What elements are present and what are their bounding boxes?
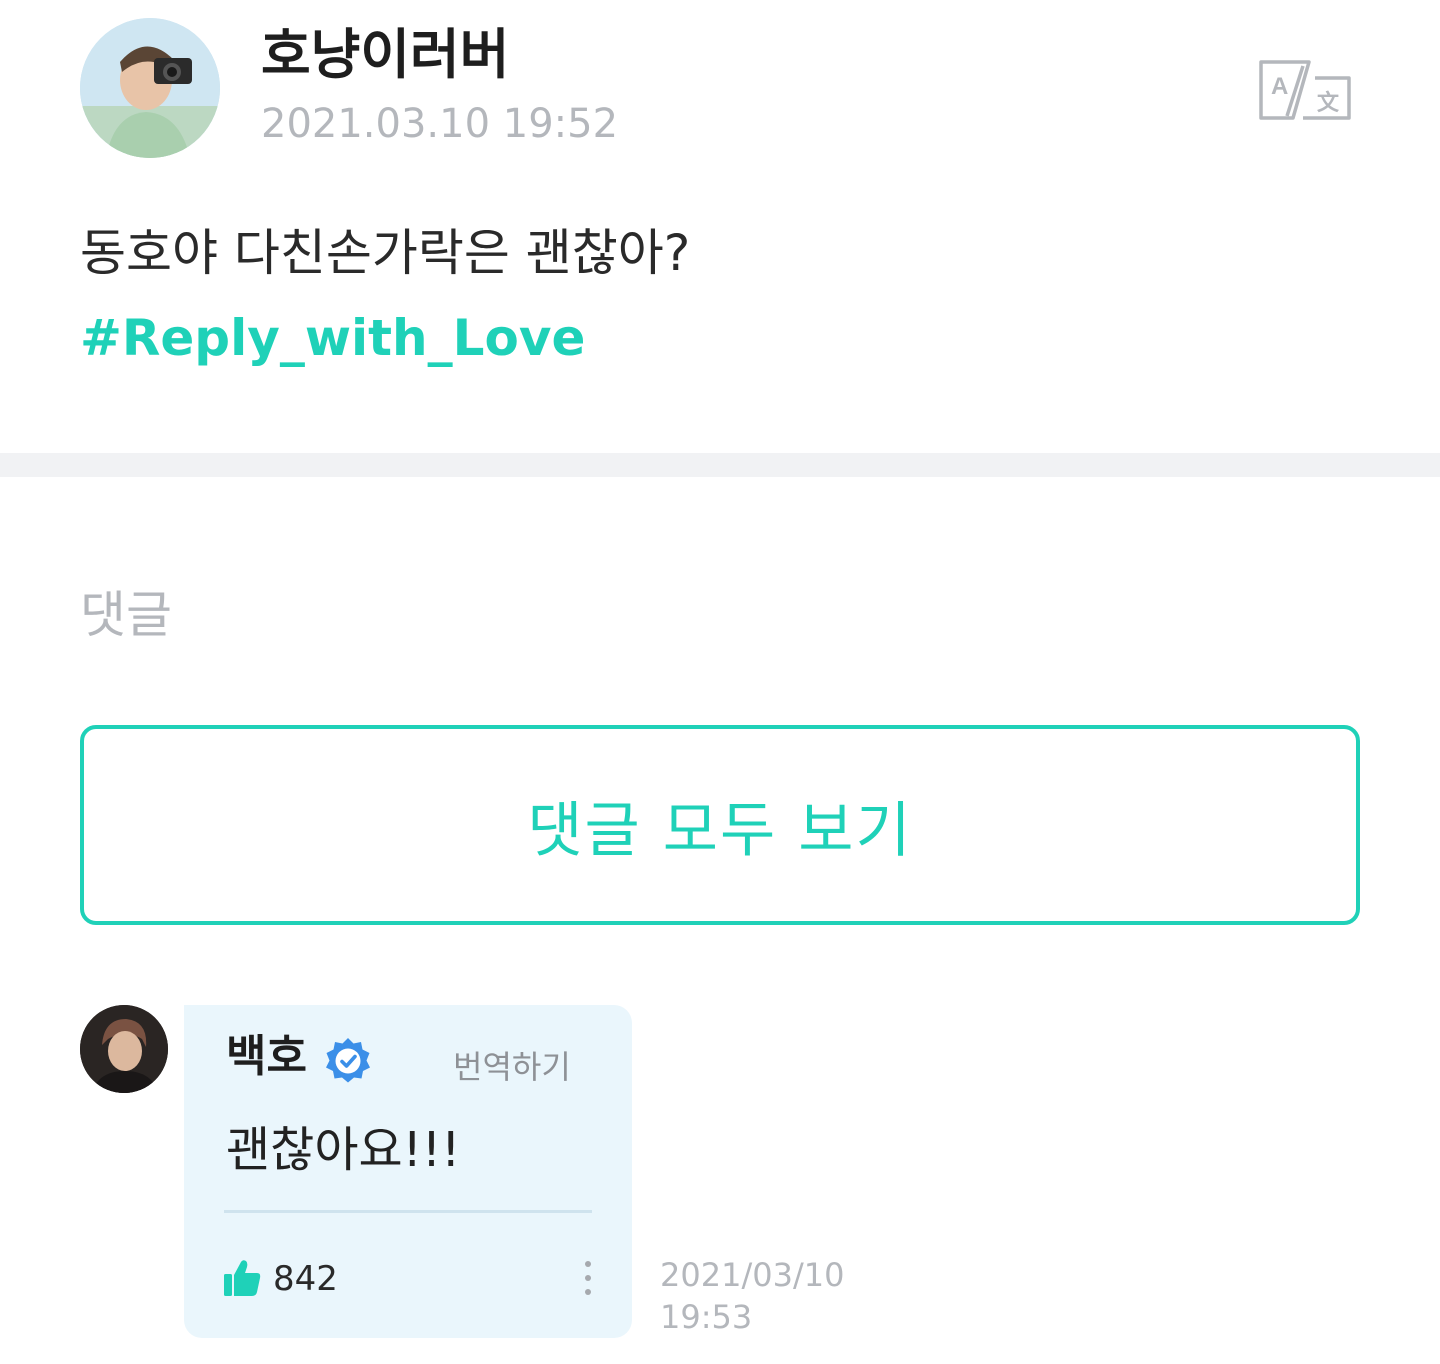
- comment-separator: [224, 1210, 592, 1213]
- section-divider: [0, 453, 1440, 477]
- svg-text:A: A: [1271, 73, 1288, 100]
- author-avatar-photo: [80, 18, 220, 158]
- commenter-avatar-photo: [80, 1005, 168, 1093]
- verified-badge-icon: [322, 1036, 374, 1088]
- commenter-name[interactable]: 백호: [226, 1028, 307, 1086]
- like-count: 842: [273, 1259, 338, 1299]
- post-body-text: 동호야 다친손가락은 괜찮아?: [80, 224, 691, 282]
- view-all-comments-button[interactable]: 댓글 모두 보기: [80, 725, 1360, 925]
- thumbs-up-icon[interactable]: [222, 1258, 262, 1298]
- translate-icon[interactable]: A 文: [1255, 56, 1355, 126]
- comment-date: 2021/03/10: [660, 1256, 845, 1294]
- more-vertical-icon[interactable]: [578, 1258, 598, 1298]
- comments-heading: 댓글: [80, 586, 172, 644]
- post-author-name[interactable]: 호냥이러버: [261, 20, 509, 90]
- comment-time: 19:53: [660, 1298, 753, 1336]
- post-date: 2021.03.10 19:52: [261, 101, 619, 147]
- comment-text: 괜찮아요!!!: [226, 1122, 461, 1178]
- svg-text:文: 文: [1317, 90, 1340, 116]
- hashtag-link[interactable]: #Reply_with_Love: [80, 305, 585, 371]
- author-avatar[interactable]: [80, 18, 220, 158]
- translate-comment-link[interactable]: 번역하기: [453, 1045, 571, 1089]
- commenter-avatar[interactable]: [80, 1005, 168, 1093]
- view-all-comments-label: 댓글 모두 보기: [527, 795, 913, 866]
